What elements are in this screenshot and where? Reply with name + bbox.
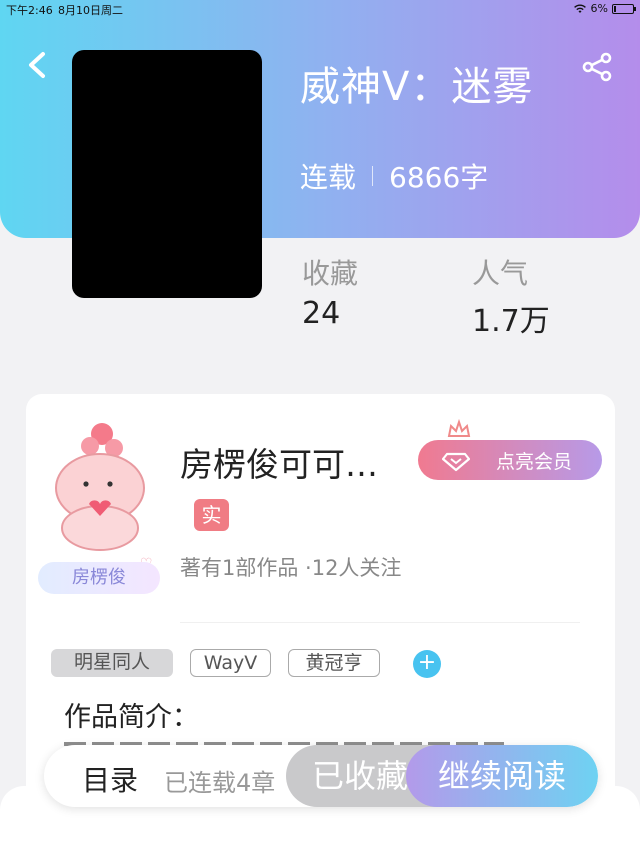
meta-divider bbox=[372, 166, 374, 186]
tag-wayv[interactable]: WayV bbox=[190, 649, 271, 677]
popularity-label: 人气 bbox=[472, 257, 529, 290]
status-date: 8月10日周二 bbox=[58, 4, 123, 17]
status-time: 下午2:46 bbox=[6, 4, 53, 17]
author-stats: 著有1部作品 ·12人关注 bbox=[180, 556, 402, 580]
continue-reading-button[interactable]: 继续阅读 bbox=[406, 745, 598, 807]
book-word-count: 6866字 bbox=[389, 161, 489, 194]
intro-title: 作品简介： bbox=[64, 702, 199, 733]
status-indicators: 6% bbox=[573, 2, 636, 15]
book-status: 连载 bbox=[300, 161, 357, 194]
book-cover bbox=[72, 50, 262, 298]
toc-button[interactable]: 目录 bbox=[82, 759, 138, 799]
author-name[interactable]: 房楞俊可可… bbox=[180, 438, 378, 486]
favorites-value: 24 bbox=[302, 296, 341, 331]
wifi-icon bbox=[573, 3, 586, 13]
back-arrow-icon[interactable] bbox=[22, 48, 52, 82]
book-meta: 连载 6866字 bbox=[300, 156, 488, 196]
book-title: 威神V：迷雾 bbox=[300, 64, 534, 110]
share-icon[interactable] bbox=[580, 50, 614, 84]
tag-category[interactable]: 明星同人 bbox=[51, 649, 173, 677]
crown-icon bbox=[447, 418, 471, 437]
action-bar: 目录 已连载4章 已收藏 继续阅读 bbox=[44, 745, 598, 807]
battery-icon bbox=[612, 3, 636, 14]
card-divider bbox=[180, 622, 580, 623]
serial-chapters-text: 已连载4章 bbox=[164, 769, 276, 797]
favorites-label: 收藏 bbox=[302, 257, 359, 290]
add-tag-button[interactable]: + bbox=[413, 650, 441, 678]
battery-percent: 6% bbox=[590, 2, 608, 15]
tag-person[interactable]: 黄冠亨 bbox=[288, 649, 380, 677]
verified-badge: 实 bbox=[194, 499, 229, 531]
status-bar: 下午2:46 8月10日周二 6% bbox=[0, 0, 640, 18]
diamond-icon bbox=[442, 452, 470, 472]
popularity-value: 1.7万 bbox=[472, 304, 550, 339]
author-badge: 房楞俊 bbox=[38, 562, 160, 594]
